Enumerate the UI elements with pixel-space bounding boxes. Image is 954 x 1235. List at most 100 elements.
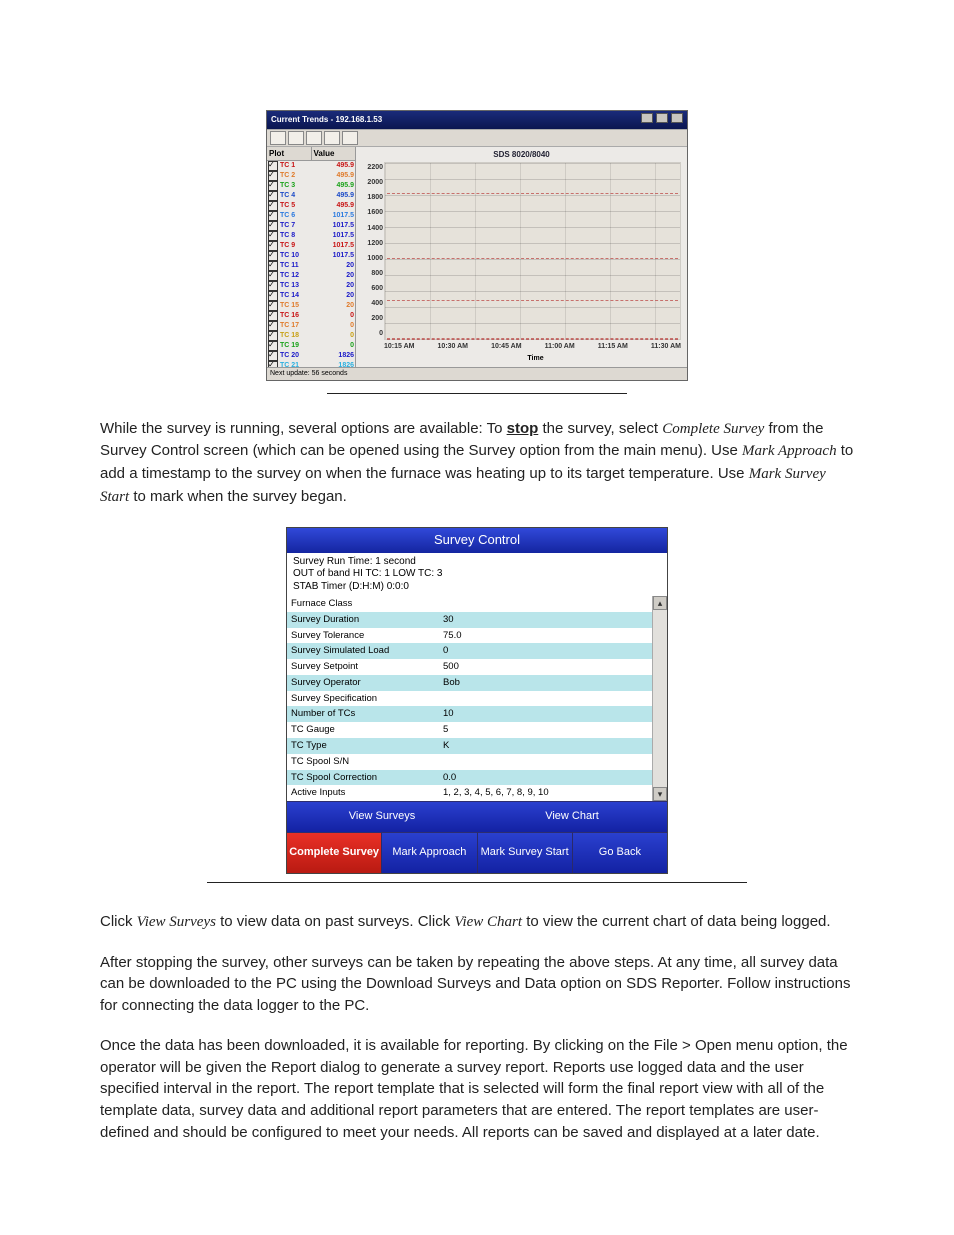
legend-name: TC 13 [280,281,324,291]
go-back-button[interactable]: Go Back [573,832,667,873]
legend-value: 1017.5 [324,251,354,261]
legend-name: TC 10 [280,251,324,261]
view-surveys-button[interactable]: View Surveys [287,801,477,832]
text-mark-approach: Mark Approach [742,443,837,459]
legend-row[interactable]: TC 5495.9 [267,201,355,211]
legend-name: TC 17 [280,321,324,331]
legend-value: 0 [324,321,354,331]
y-tick: 800 [359,269,383,279]
legend-row[interactable]: TC 71017.5 [267,221,355,231]
x-tick: 11:30 AM [651,342,681,352]
separator [327,393,627,394]
table-row[interactable]: Survey Simulated Load0 [287,643,667,659]
legend-row[interactable]: TC 61017.5 [267,211,355,221]
legend-value: 20 [324,271,354,281]
scroll-up-icon[interactable]: ▴ [653,596,667,610]
restore-icon[interactable] [656,113,668,123]
legend-row[interactable]: TC 2495.9 [267,171,355,181]
legend-name: TC 12 [280,271,324,281]
view-chart-button[interactable]: View Chart [477,801,667,832]
property-value: 500 [439,659,667,675]
text: the survey, select [538,420,662,437]
legend-row[interactable]: TC 1520 [267,301,355,311]
table-row[interactable]: TC Spool S/N [287,754,667,770]
checkbox-icon[interactable] [268,361,278,366]
toolbar-btn[interactable] [324,131,340,145]
toolbar-btn[interactable] [306,131,322,145]
table-row[interactable]: Number of TCs10 [287,706,667,722]
toolbar-btn[interactable] [288,131,304,145]
mark-survey-start-button[interactable]: Mark Survey Start [478,832,573,873]
window-title: Current Trends - 192.168.1.53 [271,114,382,126]
legend-value: 0 [324,311,354,321]
scroll-down-icon[interactable]: ▾ [653,787,667,801]
legend-row[interactable]: TC 91017.5 [267,241,355,251]
series-line [387,339,678,342]
paragraph: Once the data has been downloaded, it is… [100,1035,854,1144]
survey-control-panel: Survey Control Survey Run Time: 1 second… [286,527,668,874]
legend-row[interactable]: TC 170 [267,321,355,331]
legend-row[interactable]: TC 4495.9 [267,191,355,201]
legend-name: TC 6 [280,211,324,221]
toolbar-btn[interactable] [342,131,358,145]
property-label: Active Inputs [287,785,439,801]
legend-row[interactable]: TC 101017.5 [267,251,355,261]
legend-value: 495.9 [324,201,354,211]
property-label: Survey Duration [287,612,439,628]
mark-approach-button[interactable]: Mark Approach [382,832,477,873]
legend-name: TC 3 [280,181,324,191]
table-row[interactable]: Survey Setpoint500 [287,659,667,675]
table-row[interactable]: Survey Tolerance75.0 [287,628,667,644]
series-line [387,300,678,303]
text: Click [100,913,137,930]
y-tick: 2200 [359,163,383,173]
legend-row[interactable]: TC 160 [267,311,355,321]
property-value: 0 [439,643,667,659]
legend-row[interactable]: TC 180 [267,331,355,341]
table-row[interactable]: TC TypeK [287,738,667,754]
table-row[interactable]: TC Gauge5 [287,722,667,738]
legend-row[interactable]: TC 211826 [267,361,355,366]
x-tick: 10:15 AM [384,342,414,352]
y-tick: 1400 [359,224,383,234]
table-row[interactable]: Active Inputs1, 2, 3, 4, 5, 6, 7, 8, 9, … [287,785,667,801]
table-row[interactable]: Survey Specification [287,691,667,707]
paragraph: Click View Surveys to view data on past … [100,911,854,934]
property-label: TC Spool S/N [287,754,439,770]
legend-row[interactable]: TC 3495.9 [267,181,355,191]
complete-survey-button[interactable]: Complete Survey [287,832,382,873]
table-row[interactable]: Survey OperatorBob [287,675,667,691]
table-row[interactable]: Furnace Class [287,596,667,612]
legend-value: 1017.5 [324,221,354,231]
property-label: TC Type [287,738,439,754]
property-value: 1, 2, 3, 4, 5, 6, 7, 8, 9, 10 [439,785,667,801]
legend-row[interactable]: TC 1320 [267,281,355,291]
legend-row[interactable]: TC 1220 [267,271,355,281]
window-toolbar [267,129,687,147]
minimize-icon[interactable] [641,113,653,123]
legend-name: TC 18 [280,331,324,341]
legend-value: 20 [324,291,354,301]
legend-row[interactable]: TC 1495.9 [267,161,355,171]
property-value [439,691,667,707]
legend-value: 1017.5 [324,231,354,241]
legend-row[interactable]: TC 81017.5 [267,231,355,241]
legend-value: 0 [324,341,354,351]
legend-row[interactable]: TC 1420 [267,291,355,301]
property-value [439,596,667,612]
survey-scrollbar[interactable]: ▴ ▾ [652,596,667,801]
legend-row[interactable]: TC 1120 [267,261,355,271]
legend-name: TC 8 [280,231,324,241]
table-row[interactable]: Survey Duration30 [287,612,667,628]
table-row[interactable]: TC Spool Correction0.0 [287,770,667,786]
toolbar-btn[interactable] [270,131,286,145]
legend-row[interactable]: TC 190 [267,341,355,351]
text-view-chart: View Chart [454,914,522,930]
y-tick: 400 [359,299,383,309]
property-label: Survey Tolerance [287,628,439,644]
close-icon[interactable] [671,113,683,123]
window-titlebar: Current Trends - 192.168.1.53 [267,111,687,129]
legend-row[interactable]: TC 201826 [267,351,355,361]
survey-control-info: Survey Run Time: 1 second OUT of band HI… [287,553,667,597]
legend-col-value: Value [312,147,356,161]
